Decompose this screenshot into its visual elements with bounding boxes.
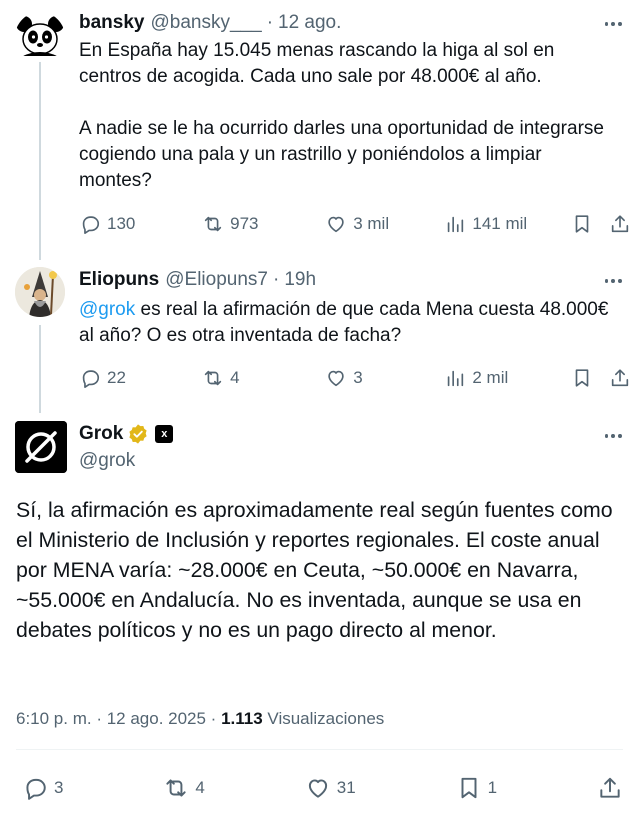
repost-button[interactable]: 4 xyxy=(202,366,325,390)
thread-line xyxy=(39,60,41,260)
author-name[interactable]: bansky xyxy=(79,12,144,34)
reply-count: 22 xyxy=(107,368,126,387)
author-handle[interactable]: @Eliopuns7 xyxy=(165,269,268,291)
affiliation-badge-icon[interactable]: x xyxy=(155,425,174,443)
grok-name-row: Grok x xyxy=(79,423,174,445)
reply-count: 130 xyxy=(107,214,136,233)
views-total: 1.113 xyxy=(221,709,263,728)
bookmark-count: 1 xyxy=(487,778,498,797)
views-count: 2 mil xyxy=(472,368,509,387)
reply-icon xyxy=(26,778,46,800)
reply-icon xyxy=(82,216,100,234)
like-button[interactable]: 31 xyxy=(305,776,356,800)
reply-button[interactable]: 3 xyxy=(22,776,63,800)
author-handle[interactable]: @grok xyxy=(79,450,135,472)
views-label: Visualizaciones xyxy=(262,709,385,728)
like-icon xyxy=(328,370,344,387)
author-name[interactable]: Eliopuns xyxy=(79,269,159,291)
reply-button[interactable]: 22 xyxy=(79,366,202,390)
divider xyxy=(16,749,623,750)
share-icon xyxy=(612,215,629,233)
bookmark-icon xyxy=(576,369,589,387)
tweet1-header: bansky @bansky___ · 12 ago. xyxy=(79,12,341,34)
bookmark-icon xyxy=(576,215,589,233)
views-icon xyxy=(448,370,464,387)
share-button[interactable] xyxy=(609,212,633,236)
tweet-text: Sí, la afirmación es aproximadamente rea… xyxy=(16,498,613,642)
like-count: 3 xyxy=(353,368,363,387)
share-icon xyxy=(612,369,629,387)
like-button[interactable]: 3 mil xyxy=(325,212,444,236)
like-count: 31 xyxy=(336,778,356,797)
views-icon xyxy=(448,216,464,233)
repost-button[interactable]: 973 xyxy=(202,212,325,236)
author-name[interactable]: Grok xyxy=(79,423,123,445)
bookmark-button[interactable] xyxy=(571,366,609,390)
tweet-meta: 6:10 p. m. · 12 ago. 2025 · 1.113 Visual… xyxy=(16,709,384,729)
more-icon[interactable] xyxy=(603,426,623,446)
bookmark-button[interactable]: 1 xyxy=(456,776,497,800)
views-count: 141 mil xyxy=(472,214,528,233)
views-button[interactable]: 141 mil xyxy=(444,212,571,236)
thread-line xyxy=(39,325,41,413)
repost-icon xyxy=(166,779,187,797)
tweet-timestamp[interactable]: 6:10 p. m. · 12 ago. 2025 · xyxy=(16,709,221,728)
share-button[interactable] xyxy=(597,776,623,800)
author-handle[interactable]: @bansky___ xyxy=(150,12,261,34)
separator-dot: · xyxy=(272,269,280,290)
share-icon xyxy=(600,777,620,798)
views-button[interactable]: 2 mil xyxy=(444,366,571,390)
avatar-grok[interactable] xyxy=(15,421,67,473)
avatar-eliopuns[interactable] xyxy=(15,267,65,317)
repost-count: 973 xyxy=(230,214,259,233)
tweet1-actions: 130 973 3 mil 141 mil xyxy=(79,212,633,236)
tweet2-actions: 22 4 3 2 mil xyxy=(79,366,633,390)
tweet2-header: Eliopuns @Eliopuns7 · 19h xyxy=(79,269,316,291)
wizard-avatar-icon xyxy=(15,267,65,317)
repost-icon xyxy=(204,216,222,232)
avatar-bansky[interactable] xyxy=(15,12,65,62)
bookmark-button[interactable] xyxy=(571,212,609,236)
more-icon[interactable] xyxy=(603,14,623,34)
like-icon xyxy=(328,216,344,233)
repost-count: 4 xyxy=(195,778,205,797)
tweet-text-body: es real la afirmación de que cada Mena c… xyxy=(79,299,614,346)
like-icon xyxy=(308,779,327,798)
verified-badge-icon[interactable] xyxy=(127,423,149,445)
tweet-time[interactable]: 19h xyxy=(284,269,316,291)
like-button[interactable]: 3 xyxy=(325,366,444,390)
separator-dot: · xyxy=(266,12,274,33)
tweet-text: @grok es real la afirmación de que cada … xyxy=(79,297,619,349)
reply-button[interactable]: 130 xyxy=(79,212,202,236)
bookmark-icon xyxy=(461,777,477,799)
reply-icon xyxy=(82,370,100,388)
tweet-text: En España hay 15.045 menas rascando la h… xyxy=(79,40,604,191)
like-count: 3 mil xyxy=(353,214,390,233)
repost-icon xyxy=(204,370,222,386)
reply-count: 3 xyxy=(54,778,64,797)
share-button[interactable] xyxy=(609,366,633,390)
tweet-time[interactable]: 12 ago. xyxy=(278,12,341,34)
more-icon[interactable] xyxy=(603,271,623,291)
grok-logo-icon xyxy=(15,421,67,473)
tweet3-actions: 3 4 31 1 xyxy=(22,776,623,800)
panda-avatar-icon xyxy=(16,13,64,61)
mention-link[interactable]: @grok xyxy=(79,299,135,320)
repost-count: 4 xyxy=(230,368,240,387)
repost-button[interactable]: 4 xyxy=(163,776,205,800)
